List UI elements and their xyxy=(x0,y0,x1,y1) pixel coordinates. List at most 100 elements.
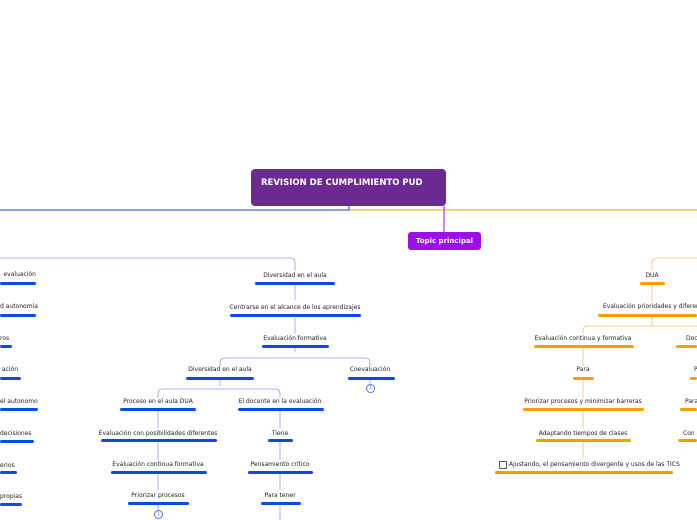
node-con-partial-label: Con e xyxy=(683,430,697,437)
node-eval-formativa[interactable]: Evaluación formativa xyxy=(255,335,335,343)
left-node-3[interactable]: ros xyxy=(0,335,10,343)
node-proceso-dua[interactable]: Proceso en el aula DUA xyxy=(118,398,198,406)
left-node-1-label: evaluación xyxy=(3,271,36,278)
node-diversidad-aula-2-bar xyxy=(186,377,254,380)
node-eval-continua-label: Evaluación continua formativa xyxy=(112,461,204,468)
node-dua-label: DUA xyxy=(645,272,659,279)
node-diversidad-aula[interactable]: Diversidad en el aula xyxy=(250,272,340,280)
node-eval-posibilidades[interactable]: Evaluación con posibilidades diferentes xyxy=(98,430,218,438)
node-centrarse-bar xyxy=(230,314,361,317)
node-eval-continua-bar xyxy=(111,471,207,474)
node-tiene-bar xyxy=(268,439,293,442)
node-centrarse[interactable]: Centrarse en el alcance de los aprendiza… xyxy=(220,304,370,312)
root-title: REVISION DE CUMPLIMIENTO PUD xyxy=(261,178,423,188)
task-checkbox[interactable] xyxy=(499,461,507,469)
node-pensamiento-bar xyxy=(248,471,313,474)
left-node-4-label: ación xyxy=(1,366,18,373)
node-eval-posibilidades-bar xyxy=(101,439,217,442)
left-node-8[interactable]: propias xyxy=(0,493,22,501)
main-topic[interactable]: Topic principal xyxy=(408,232,481,250)
node-eval-continua[interactable]: Evaluación continua formativa xyxy=(108,461,208,469)
left-node-1-bar xyxy=(0,282,36,285)
node-dua[interactable]: DUA xyxy=(640,272,664,280)
node-tiene[interactable]: Tiene xyxy=(265,430,295,438)
left-node-5-bar xyxy=(0,408,38,411)
node-priorizar-barreras-bar xyxy=(523,408,644,411)
coevaluacion-collapse-toggle[interactable]: 1 xyxy=(366,384,375,393)
left-node-4[interactable]: ación xyxy=(0,366,18,374)
priorizar-collapse-toggle[interactable]: 1 xyxy=(154,510,163,519)
node-pensamiento-label: Pensamiento crítico xyxy=(250,461,310,468)
node-docente-eval[interactable]: El docente en la evaluación xyxy=(235,398,325,406)
node-para-bar xyxy=(573,377,594,380)
node-eval-cont-form-bar xyxy=(534,345,634,348)
node-para-partial-label: Para xyxy=(685,398,697,405)
node-con-partial[interactable]: Con e xyxy=(683,430,697,438)
node-diversidad-aula-2[interactable]: Diversidad en el aula xyxy=(180,366,260,374)
node-proceso-dua-bar xyxy=(120,408,196,411)
node-eval-cont-form-label: Evaluación continua y formativa xyxy=(534,335,632,342)
node-priorizar-label: Priorizar procesos xyxy=(131,492,185,499)
node-coevaluacion-label: Coevaluación xyxy=(349,366,391,373)
node-para-partial-bar xyxy=(680,408,697,411)
coevaluacion-collapse-count: 1 xyxy=(369,386,372,391)
node-priorizar-barreras[interactable]: Priorizar procesos y minimizar barreras xyxy=(523,398,643,406)
node-diversidad-aula-bar xyxy=(255,282,335,285)
node-eval-formativa-label: Evaluación formativa xyxy=(263,335,327,342)
node-dua-bar xyxy=(640,282,665,285)
node-con-partial-bar xyxy=(678,439,697,442)
left-node-6-bar xyxy=(0,440,34,443)
node-priorizar-bar xyxy=(128,502,189,505)
left-node-6-label: decisiones xyxy=(0,430,32,437)
node-para-partial[interactable]: Para xyxy=(685,398,697,406)
left-node-3-bar xyxy=(0,345,12,348)
node-coevaluacion-bar xyxy=(348,377,395,380)
node-adaptando-bar xyxy=(536,439,631,442)
connector-lines xyxy=(0,206,697,520)
root-topic[interactable]: REVISION DE CUMPLIMIENTO PUD xyxy=(251,169,446,206)
node-diversidad-aula-2-label: Diversidad en el aula xyxy=(188,366,252,373)
node-p-partial-bar xyxy=(690,377,697,380)
node-pensamiento[interactable]: Pensamiento crítico xyxy=(245,461,315,469)
left-node-5-label: el autonomo xyxy=(0,398,38,405)
node-eval-cont-form[interactable]: Evaluación continua y formativa xyxy=(533,335,633,343)
left-node-5[interactable]: el autonomo xyxy=(0,398,38,406)
node-coevaluacion[interactable]: Coevaluación xyxy=(340,366,400,374)
node-doc-partial[interactable]: Doc xyxy=(686,335,697,343)
left-node-2[interactable]: d autonomía xyxy=(0,303,38,311)
left-node-7-bar xyxy=(0,471,17,474)
node-priorizar-barreras-label: Priorizar procesos y minimizar barreras xyxy=(524,398,642,405)
node-para-tener[interactable]: Para tener xyxy=(258,492,302,500)
node-ajustando[interactable]: Ajustando, el pensamiento divergente y u… xyxy=(509,461,680,469)
left-node-7[interactable]: erios xyxy=(0,462,15,470)
left-node-2-bar xyxy=(0,314,36,317)
node-para-tener-bar xyxy=(261,502,301,505)
node-ajustando-bar xyxy=(495,471,673,474)
node-docente-eval-label: El docente en la evaluación xyxy=(238,398,322,405)
node-eval-prioridades-bar xyxy=(598,314,697,317)
node-adaptando-label: Adaptando tiempos de clases xyxy=(538,430,628,437)
node-eval-formativa-bar xyxy=(262,345,329,348)
node-diversidad-aula-label: Diversidad en el aula xyxy=(263,272,327,279)
node-priorizar[interactable]: Priorizar procesos xyxy=(125,492,191,500)
left-node-6[interactable]: decisiones xyxy=(0,430,32,438)
node-para[interactable]: Para xyxy=(573,366,593,374)
left-node-8-bar xyxy=(0,503,22,506)
node-para-label: Para xyxy=(576,366,590,373)
left-node-7-label: erios xyxy=(0,462,15,469)
node-docente-eval-bar xyxy=(238,408,324,411)
node-eval-posibilidades-label: Evaluación con posibilidades diferentes xyxy=(98,430,218,437)
node-proceso-dua-label: Proceso en el aula DUA xyxy=(123,398,193,405)
node-doc-partial-bar xyxy=(676,345,697,348)
node-eval-prioridades[interactable]: Evaluación prioridades y diferencia xyxy=(603,303,697,311)
priorizar-collapse-count: 1 xyxy=(157,512,160,517)
left-node-3-label: ros xyxy=(0,335,10,342)
left-node-4-bar xyxy=(0,377,21,380)
node-centrarse-label: Centrarse en el alcance de los aprendiza… xyxy=(229,304,361,311)
node-adaptando[interactable]: Adaptando tiempos de clases xyxy=(538,430,628,438)
left-node-2-label: d autonomía xyxy=(0,303,38,310)
main-topic-label: Topic principal xyxy=(415,237,474,245)
node-para-tener-label: Para tener xyxy=(264,492,296,499)
left-node-1[interactable]: evaluación xyxy=(0,271,36,279)
node-tiene-label: Tiene xyxy=(271,430,289,437)
